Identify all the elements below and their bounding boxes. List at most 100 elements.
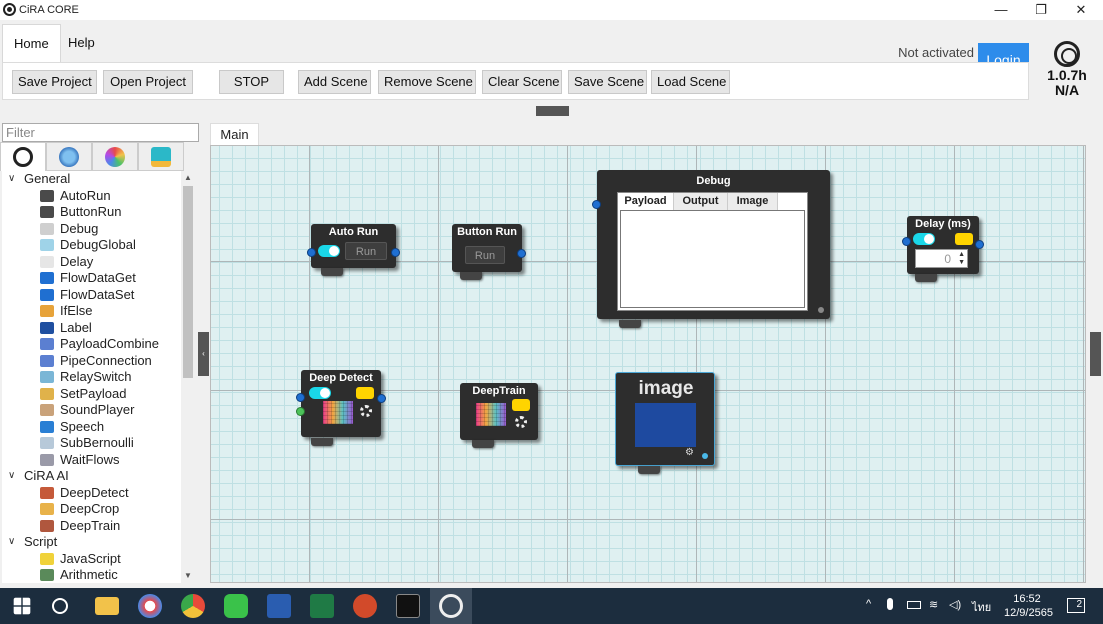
autorun-toggle[interactable] <box>318 245 340 257</box>
restore-button[interactable]: ❐ <box>1021 0 1061 20</box>
terminal-icon[interactable] <box>396 594 420 618</box>
chevron-down-icon[interactable]: ∨ <box>8 468 15 485</box>
tree-item[interactable]: DeepCrop <box>2 501 181 518</box>
remove-scene-button[interactable]: Remove Scene <box>378 70 476 94</box>
input-port[interactable] <box>592 200 601 209</box>
tree-item[interactable]: RelaySwitch <box>2 369 181 386</box>
tree-item[interactable]: Arithmetic <box>2 567 181 583</box>
scroll-down-icon[interactable]: ▼ <box>181 569 195 583</box>
input-port[interactable] <box>296 393 305 402</box>
scroll-up-icon[interactable]: ▲ <box>181 171 195 185</box>
battery-icon[interactable] <box>907 601 921 609</box>
excel-icon[interactable] <box>310 594 334 618</box>
input-port-secondary[interactable] <box>296 407 305 416</box>
stepper-icon[interactable]: ▲ ▼ <box>958 251 965 267</box>
input-port[interactable] <box>307 248 316 257</box>
buttonrun-run-button[interactable]: Run <box>465 246 505 264</box>
close-button[interactable]: ✕ <box>1061 0 1101 20</box>
open-project-button[interactable]: Open Project <box>103 70 193 94</box>
tree-item[interactable]: WaitFlows <box>2 452 181 469</box>
debug-node[interactable]: Debug Payload Output Image <box>592 170 830 328</box>
deeptrain-node[interactable]: DeepTrain <box>460 383 538 448</box>
tree-item[interactable]: JavaScript <box>2 551 181 568</box>
delay-input[interactable]: 0 ▲ ▼ <box>915 249 968 268</box>
volume-icon[interactable]: ◁) <box>949 598 961 611</box>
gear-icon[interactable] <box>360 405 372 417</box>
tab-general-nodes[interactable] <box>0 142 46 171</box>
autorun-run-button[interactable]: Run <box>345 242 387 260</box>
tab-chat-nodes[interactable] <box>138 142 184 171</box>
file-explorer-icon[interactable] <box>95 597 119 615</box>
output-port[interactable] <box>702 453 708 459</box>
tab-network-nodes[interactable] <box>92 142 138 171</box>
tree-group[interactable]: ∨ Script <box>2 534 181 551</box>
windows-start-icon[interactable] <box>13 597 31 615</box>
tree-item[interactable]: Delay <box>2 254 181 271</box>
output-port[interactable] <box>975 240 984 249</box>
chevron-down-icon[interactable]: ∨ <box>8 534 15 551</box>
delay-node[interactable]: Delay (ms) 0 ▲ ▼ <box>902 216 984 282</box>
scene-tab-main[interactable]: Main <box>210 123 259 145</box>
gear-icon[interactable] <box>515 416 527 428</box>
chrome-icon[interactable] <box>181 594 205 618</box>
clear-scene-button[interactable]: Clear Scene <box>482 70 562 94</box>
load-scene-button[interactable]: Load Scene <box>651 70 730 94</box>
tree-group[interactable]: ∨ CiRA AI <box>2 468 181 485</box>
tab-home[interactable]: Home <box>2 24 61 62</box>
clock[interactable]: 16:52 12/9/2565 <box>1004 592 1053 620</box>
image-node[interactable]: image ⚙ <box>615 372 715 474</box>
line-icon[interactable] <box>224 594 248 618</box>
stop-button[interactable]: STOP <box>219 70 284 94</box>
debug-tab-payload[interactable]: Payload <box>618 193 674 210</box>
tree-item[interactable]: PayloadCombine <box>2 336 181 353</box>
tab-monitor-nodes[interactable] <box>46 142 92 171</box>
flow-canvas[interactable]: Auto Run Run Button Run Run Debug Payloa… <box>210 145 1086 583</box>
tree-item[interactable]: Speech <box>2 419 181 436</box>
tree-item[interactable]: SetPayload <box>2 386 181 403</box>
resize-handle[interactable] <box>818 307 824 313</box>
language-indicator[interactable]: ไทย <box>972 598 991 616</box>
tree-item[interactable]: DeepDetect <box>2 485 181 502</box>
deepdetect-toggle[interactable] <box>309 387 331 399</box>
tree-item[interactable]: AutoRun <box>2 188 181 205</box>
tree-group[interactable]: ∨ General <box>2 171 181 188</box>
tab-help[interactable]: Help <box>57 24 106 62</box>
scroll-thumb[interactable] <box>183 186 193 378</box>
tree-item[interactable]: DebugGlobal <box>2 237 181 254</box>
sidebar-scrollbar[interactable]: ▲ ▼ <box>181 171 195 583</box>
sidebar-collapse-handle[interactable]: ‹ <box>198 332 209 376</box>
save-project-button[interactable]: Save Project <box>12 70 97 94</box>
right-panel-handle[interactable] <box>1090 332 1101 376</box>
input-port[interactable] <box>902 237 911 246</box>
debug-tab-image[interactable]: Image <box>728 193 778 210</box>
wifi-icon[interactable]: ≋ <box>929 598 938 611</box>
tree-item[interactable]: SoundPlayer <box>2 402 181 419</box>
word-icon[interactable] <box>267 594 291 618</box>
filter-input[interactable] <box>2 123 199 142</box>
output-port[interactable] <box>391 248 400 257</box>
tree-item[interactable]: SubBernoulli <box>2 435 181 452</box>
tree-item[interactable]: Label <box>2 320 181 337</box>
add-scene-button[interactable]: Add Scene <box>298 70 371 94</box>
tree-item[interactable]: Debug <box>2 221 181 238</box>
gear-icon[interactable]: ⚙ <box>685 447 694 458</box>
minimize-button[interactable]: — <box>981 0 1021 20</box>
chevron-down-icon[interactable]: ∨ <box>8 171 15 188</box>
powerpoint-icon[interactable] <box>353 594 377 618</box>
output-port[interactable] <box>377 394 386 403</box>
delay-toggle[interactable] <box>913 233 935 245</box>
buttonrun-node[interactable]: Button Run Run <box>452 224 526 280</box>
debug-tab-output[interactable]: Output <box>674 193 728 210</box>
save-scene-button[interactable]: Save Scene <box>568 70 647 94</box>
deepdetect-node[interactable]: Deep Detect <box>296 370 386 446</box>
tree-item[interactable]: FlowDataGet <box>2 270 181 287</box>
ribbon-collapse-handle[interactable] <box>536 106 569 116</box>
notification-icon[interactable]: 2 <box>1067 598 1085 613</box>
autorun-node[interactable]: Auto Run Run <box>307 224 400 276</box>
tree-item[interactable]: IfElse <box>2 303 181 320</box>
tree-item[interactable]: FlowDataSet <box>2 287 181 304</box>
tray-expand-icon[interactable]: ^ <box>866 598 871 610</box>
paint-icon[interactable] <box>138 594 162 618</box>
usb-icon[interactable] <box>887 598 893 610</box>
tree-item[interactable]: DeepTrain <box>2 518 181 535</box>
